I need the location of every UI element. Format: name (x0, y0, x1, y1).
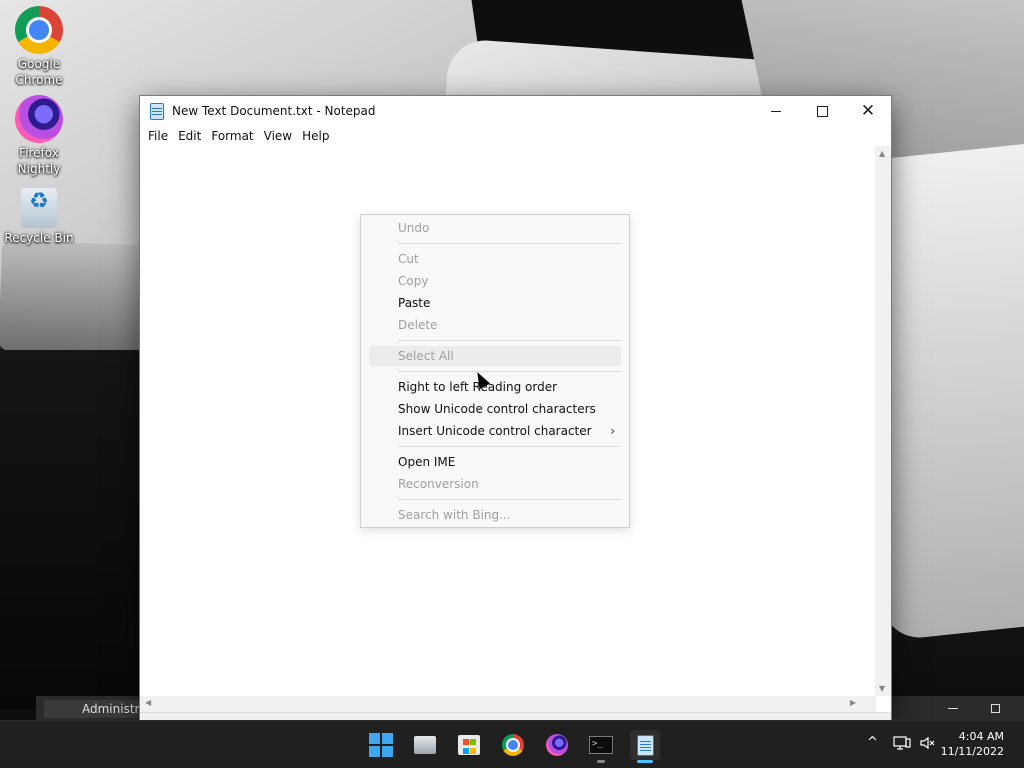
chrome-icon (15, 6, 63, 54)
menu-separator (398, 340, 621, 341)
ctx-copy[interactable]: Copy (361, 270, 629, 292)
minimize-button[interactable] (753, 96, 799, 126)
ctx-item-label: Cut (398, 252, 419, 266)
windows-logo-icon (369, 733, 380, 744)
ctx-item-label: Search with Bing... (398, 508, 511, 522)
ctx-item-label: Copy (398, 274, 429, 288)
firefox-nightly-icon (15, 95, 63, 143)
ctx-item-label: Paste (398, 296, 431, 310)
title-bar[interactable]: New Text Document.txt - Notepad ✕ (140, 96, 891, 126)
ctx-item-label: Show Unicode control characters (398, 402, 596, 416)
chevron-right-icon: › (610, 424, 615, 438)
horizontal-scrollbar[interactable]: ◀ ▶ (140, 696, 876, 712)
volume-muted-icon[interactable] (919, 735, 937, 755)
menu-separator (398, 243, 621, 244)
menu-separator (398, 371, 621, 372)
clock-date: 11/11/2022 (940, 745, 1004, 758)
ctx-show-unicode[interactable]: Show Unicode control characters (361, 398, 629, 420)
network-icon[interactable] (893, 735, 911, 755)
ctx-open-ime[interactable]: Open IME (361, 451, 629, 473)
scroll-down-icon[interactable]: ▼ (879, 684, 885, 693)
ctx-insert-unicode[interactable]: Insert Unicode control character › (361, 420, 629, 442)
menu-help[interactable]: Help (297, 129, 334, 143)
notepad-taskbar-icon[interactable] (630, 730, 660, 760)
minimize-icon[interactable] (948, 708, 958, 709)
ctx-reconversion[interactable]: Reconversion (361, 473, 629, 495)
ctx-item-label: Select All (398, 349, 454, 363)
ctx-search-bing[interactable]: Search with Bing... (361, 504, 629, 526)
ctx-delete[interactable]: Delete (361, 314, 629, 336)
maximize-icon[interactable] (991, 704, 1000, 713)
desktop-icon-label: Recycle Bin (4, 231, 74, 245)
active-indicator (637, 760, 653, 763)
start-button[interactable] (366, 730, 396, 760)
chrome-taskbar-icon[interactable] (498, 730, 528, 760)
recycle-bin-icon (21, 188, 57, 228)
ctx-item-label: Undo (398, 221, 430, 235)
menu-file[interactable]: File (143, 129, 173, 143)
scroll-up-icon[interactable]: ▲ (879, 149, 885, 158)
running-indicator (597, 760, 605, 763)
desktop-icon-label: Google Chrome (15, 57, 63, 87)
desktop-icon-firefox-nightly[interactable]: Firefox Nightly (1, 95, 77, 177)
terminal-taskbar-icon[interactable]: >_ (586, 730, 616, 760)
notepad-icon (150, 102, 164, 120)
clock-time: 4:04 AM (958, 730, 1004, 743)
ctx-select-all[interactable]: Select All (361, 345, 629, 367)
ctx-undo[interactable]: Undo (361, 217, 629, 239)
firefox-nightly-taskbar-icon[interactable] (542, 730, 572, 760)
terminal-tab[interactable]: Administra (44, 700, 154, 718)
microsoft-store-icon[interactable] (454, 730, 484, 760)
ctx-item-label: Right to left Reading order (398, 380, 558, 394)
status-bar (140, 712, 891, 720)
terminal-tab-label: Administra (82, 702, 147, 716)
system-clock[interactable]: 4:04 AM 11/11/2022 (941, 729, 1004, 759)
context-menu: Undo Cut Copy Paste Delete Select All Ri… (360, 214, 630, 528)
ctx-right-to-left[interactable]: Right to left Reading order (361, 376, 629, 398)
close-button[interactable]: ✕ (845, 96, 891, 126)
ctx-item-label: Open IME (398, 455, 456, 469)
wallpaper-shape (0, 350, 150, 710)
desktop-icon-recycle-bin[interactable]: Recycle Bin (1, 182, 77, 246)
vertical-scrollbar[interactable]: ▲ ▼ (875, 146, 891, 696)
desktop-icon-label: Firefox Nightly (17, 146, 61, 176)
ctx-paste[interactable]: Paste (361, 292, 629, 314)
desktop-icon-chrome[interactable]: Google Chrome (1, 6, 77, 88)
chevron-up-icon[interactable]: ^ (867, 735, 878, 750)
ctx-item-label: Delete (398, 318, 438, 332)
scroll-left-icon[interactable]: ◀ (145, 698, 151, 707)
menu-separator (398, 446, 621, 447)
menu-separator (398, 499, 621, 500)
file-explorer-icon[interactable] (414, 736, 436, 754)
maximize-button[interactable] (799, 96, 845, 126)
window-title: New Text Document.txt - Notepad (172, 104, 376, 118)
taskbar: >_ ^ 4:04 AM 11/11/2022 (0, 720, 1024, 768)
scroll-right-icon[interactable]: ▶ (850, 698, 856, 707)
menu-edit[interactable]: Edit (173, 129, 206, 143)
menu-format[interactable]: Format (206, 129, 258, 143)
ctx-item-label: Reconversion (398, 477, 479, 491)
ctx-cut[interactable]: Cut (361, 248, 629, 270)
menu-bar: File Edit Format View Help (140, 126, 891, 146)
menu-view[interactable]: View (259, 129, 297, 143)
ctx-item-label: Insert Unicode control character (398, 424, 592, 438)
